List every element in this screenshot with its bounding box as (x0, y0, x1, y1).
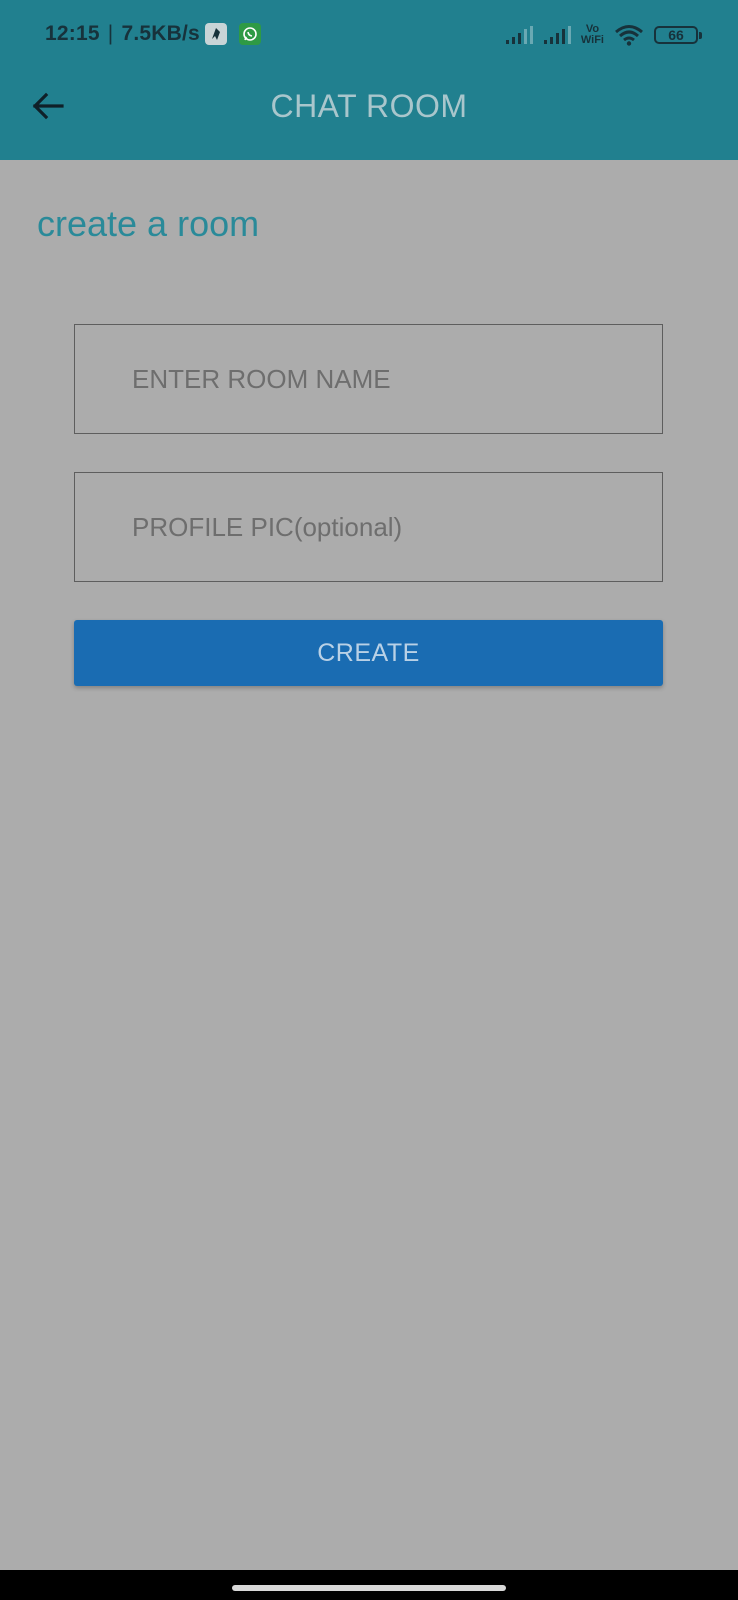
home-gesture-handle[interactable] (232, 1585, 506, 1591)
vowifi-label-bottom: WiFi (580, 34, 604, 46)
battery-level: 66 (668, 27, 684, 43)
room-name-input[interactable] (74, 324, 663, 434)
status-bar-time: 12:15 | 7.5KB/s (45, 22, 200, 46)
clock: 12:15 (45, 22, 100, 45)
profile-pic-input[interactable] (74, 472, 663, 582)
wifi-icon (615, 25, 643, 46)
whatsapp-icon (239, 23, 261, 45)
telegram-icon (205, 23, 227, 45)
signal-strength-icon (505, 26, 533, 44)
network-speed: 7.5KB/s (121, 22, 200, 45)
page-title: CHAT ROOM (270, 88, 468, 124)
signal-strength-icon (543, 26, 571, 44)
create-button[interactable]: CREATE (74, 620, 663, 686)
status-separator: | (107, 22, 114, 45)
status-icons: Vo WiFi 66 (505, 20, 702, 50)
section-heading: create a room (37, 203, 260, 244)
battery-icon: 66 (654, 26, 702, 44)
vowifi-indicator: Vo WiFi (581, 24, 604, 46)
